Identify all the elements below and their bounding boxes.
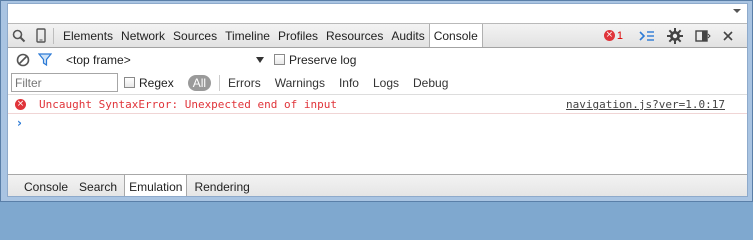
error-counter[interactable]: × 1 [603,29,623,42]
error-icon: × [603,30,615,41]
preserve-log-checkbox[interactable]: Preserve log [274,53,356,67]
tab-timeline[interactable]: Timeline [221,24,274,47]
regex-box[interactable] [124,77,135,88]
level-all-button[interactable]: All [187,74,212,91]
regex-checkbox[interactable]: Regex [124,76,174,90]
tab-resources[interactable]: Resources [322,24,387,47]
level-divider [219,74,221,91]
frame-select-value: <top frame> [66,52,131,67]
tab-network[interactable]: Network [117,24,169,47]
preserve-log-box[interactable] [274,54,285,65]
level-debug-button[interactable]: Debug [413,76,448,90]
error-icon: × [15,99,26,110]
window-frame: Elements Network Sources Timeline Profil… [0,0,753,202]
filter-input[interactable] [11,73,118,92]
chevron-down-icon [256,56,264,63]
dock-side-icon[interactable] [695,29,711,43]
tab-elements[interactable]: Elements [59,24,117,47]
console-prompt[interactable]: › [8,114,747,132]
drawer-tab-emulation[interactable]: Emulation [124,175,188,196]
scroll-down-arrow-icon[interactable] [733,9,741,13]
preserve-log-label: Preserve log [289,52,357,67]
level-logs-button[interactable]: Logs [373,76,399,90]
message-source-link[interactable]: navigation.js?ver=1.0:17 [566,98,725,111]
filter-funnel-icon[interactable] [34,49,56,71]
drawer-tab-rendering[interactable]: Rendering [190,175,253,196]
inspect-element-icon[interactable] [8,25,30,47]
regex-label: Regex [139,75,174,90]
drawer-tabs: Console Search Emulation Rendering [8,174,747,196]
error-message-text: Uncaught SyntaxError: Unexpected end of … [39,98,338,111]
toolbar-divider [53,27,54,44]
clear-console-icon[interactable] [12,49,34,71]
level-info-button[interactable]: Info [339,76,359,90]
toolbar-right-icons: × 1 [603,24,747,47]
settings-gear-icon[interactable] [667,27,683,44]
top-strip [8,4,747,23]
close-icon[interactable] [723,30,733,41]
drawer-tab-console[interactable]: Console [20,175,72,196]
console-message-error: × Uncaught SyntaxError: Unexpected end o… [8,96,747,114]
show-drawer-icon[interactable] [639,30,655,42]
prompt-chevron-icon: › [17,116,22,130]
drawer-tab-search[interactable]: Search [75,175,121,196]
console-frame-row: <top frame> Preserve log [8,48,747,71]
devtools-panel: Elements Network Sources Timeline Profil… [7,3,748,197]
device-mode-icon[interactable] [30,25,52,47]
tab-audits[interactable]: Audits [387,24,428,47]
console-filter-row: Regex All Errors Warnings Info Logs Debu… [8,71,747,95]
error-count-value: 1 [616,29,623,42]
devtools-toolbar: Elements Network Sources Timeline Profil… [8,23,747,48]
frame-context-select[interactable]: <top frame> [66,53,266,67]
level-errors-button[interactable]: Errors [228,76,261,90]
level-warnings-button[interactable]: Warnings [275,76,325,90]
tab-profiles[interactable]: Profiles [274,24,322,47]
tab-console[interactable]: Console [428,24,483,47]
panel-tabs: Elements Network Sources Timeline Profil… [59,24,483,47]
tab-sources[interactable]: Sources [169,24,221,47]
